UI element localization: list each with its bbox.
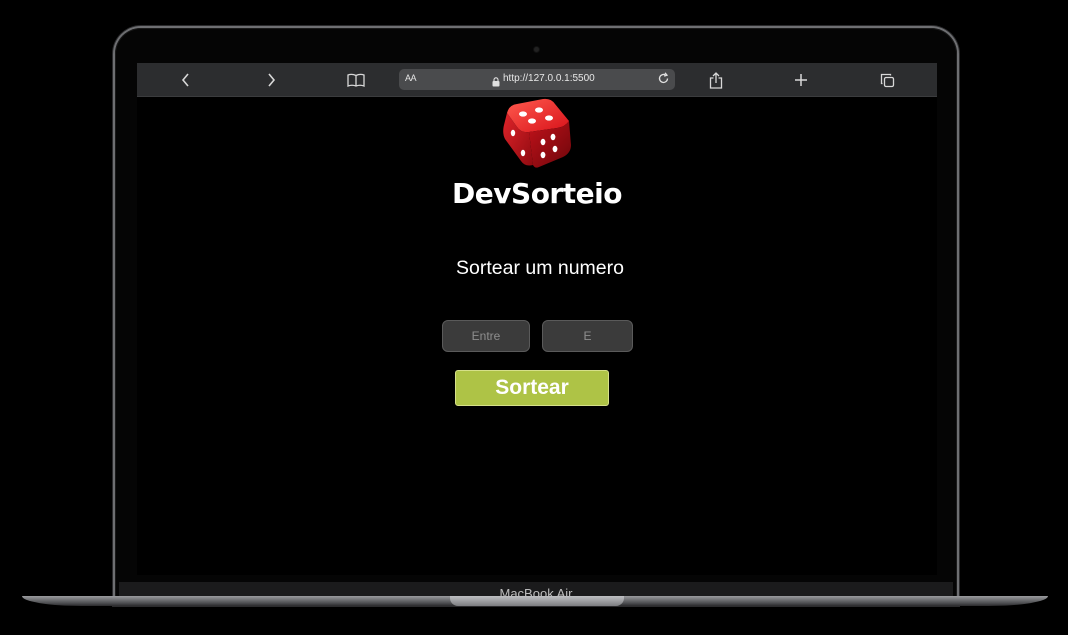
- laptop-notch: [450, 596, 624, 606]
- min-number-input[interactable]: [442, 320, 530, 352]
- page-subtitle: Sortear um numero: [456, 257, 624, 279]
- laptop-lid: AA http://127.0.0.1:5500 DevSorteio Sort…: [115, 28, 957, 604]
- browser-toolbar: AA http://127.0.0.1:5500: [137, 63, 937, 97]
- chevron-left-icon[interactable]: [175, 69, 197, 91]
- draw-button[interactable]: Sortear: [455, 370, 609, 406]
- url-text[interactable]: http://127.0.0.1:5500: [503, 73, 595, 84]
- stage: AA http://127.0.0.1:5500 DevSorteio Sort…: [0, 0, 1068, 635]
- screen: AA http://127.0.0.1:5500 DevSorteio Sort…: [137, 63, 937, 575]
- chevron-right-icon[interactable]: [260, 69, 282, 91]
- lock-icon: [492, 74, 500, 92]
- reload-icon[interactable]: [657, 72, 670, 90]
- tabs-icon[interactable]: [876, 69, 898, 91]
- page: DevSorteio Sortear um numero Sortear: [137, 97, 937, 575]
- max-number-input[interactable]: [542, 320, 633, 352]
- book-icon[interactable]: [345, 69, 367, 91]
- camera-icon: [534, 47, 539, 52]
- brand-title: DevSorteio: [452, 177, 622, 210]
- address-bar[interactable]: AA http://127.0.0.1:5500: [399, 69, 675, 90]
- dice-icon: [499, 97, 577, 178]
- plus-icon[interactable]: [790, 69, 812, 91]
- text-size-button[interactable]: AA: [405, 73, 417, 83]
- share-icon[interactable]: [705, 69, 727, 91]
- range-inputs: [442, 320, 633, 354]
